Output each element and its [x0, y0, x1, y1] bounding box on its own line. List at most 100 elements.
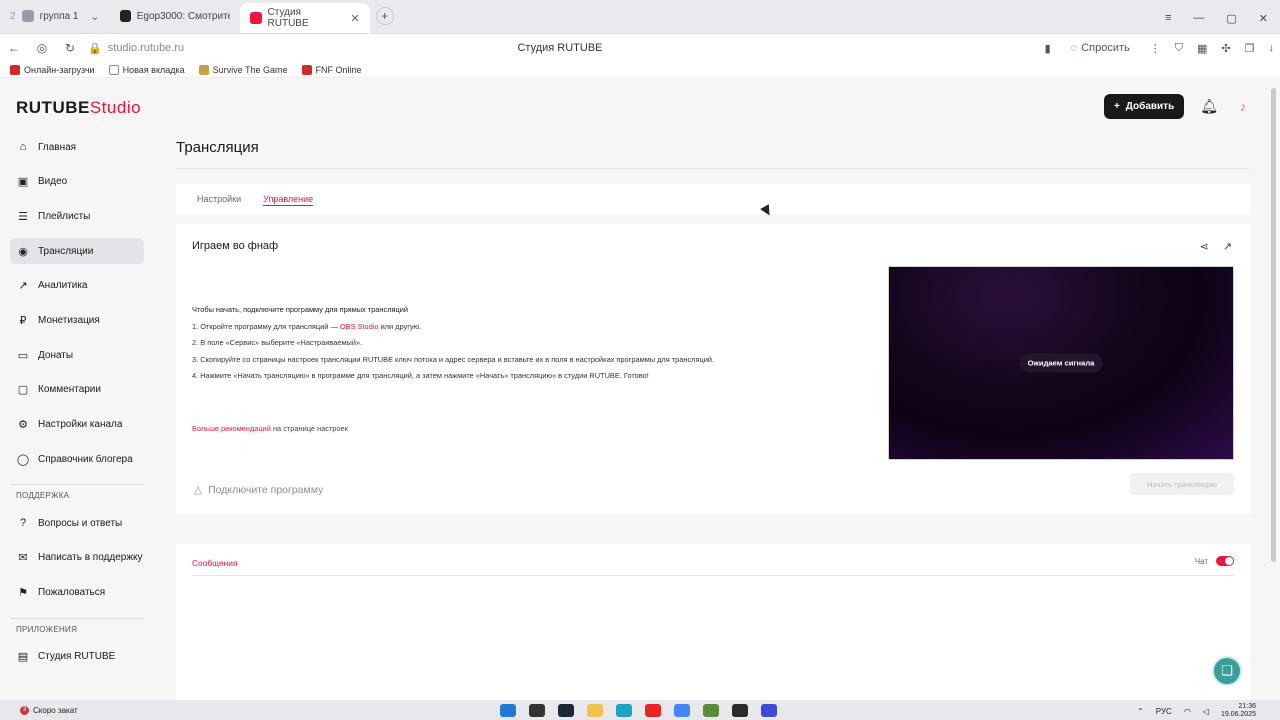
extension-icon[interactable]: ▦	[1197, 42, 1207, 55]
browser-tab-studio[interactable]: Студия RUTUBE ✕	[239, 3, 370, 33]
preview-status-badge: Ожидаем сигнала	[1019, 353, 1103, 373]
video-icon: ▣	[17, 176, 29, 189]
puzzle-icon[interactable]: ✣	[1221, 42, 1230, 55]
file-manager-icon[interactable]	[529, 704, 545, 717]
clock[interactable]: 21:36 19.06.2025	[1221, 703, 1256, 719]
weather-label: Скоро закат	[33, 705, 78, 715]
plus-icon: +	[1113, 101, 1120, 112]
group-icon	[21, 10, 34, 22]
rutube-studio-logo[interactable]: RUTUBEStudio	[16, 98, 141, 118]
browser-tab-egop[interactable]: Egop3000: Смотрите вид	[110, 3, 240, 29]
sidebar-item-label: Донаты	[38, 349, 74, 361]
scrollbar[interactable]	[1271, 88, 1276, 562]
bookmark-item[interactable]: Survive The Game	[198, 64, 288, 75]
volume-icon[interactable]: ◁	[1203, 707, 1209, 716]
studio-favicon-icon	[249, 12, 262, 24]
obs-icon[interactable]	[732, 704, 748, 717]
weather-widget[interactable]: 3 Скоро закат	[0, 705, 78, 715]
sidebar-item-comments[interactable]: ▢ Комментарии	[10, 377, 144, 403]
minecraft-icon[interactable]	[703, 704, 719, 717]
home-icon: ⌂	[19, 141, 27, 153]
sidebar-item-label: Справочник блогера	[38, 453, 133, 465]
sidebar-item-analytics[interactable]: ↗ Аналитика	[10, 273, 144, 299]
browser-tab-group[interactable]: 2 группа 1 ⌄	[0, 3, 110, 29]
sidebar-item-home[interactable]: ⌂ Главная	[10, 134, 144, 160]
ask-button[interactable]: ◌ Спросить	[1065, 40, 1136, 56]
sidebar-item-label: Вопросы и ответы	[38, 517, 123, 529]
steam-icon[interactable]	[558, 704, 574, 717]
sidebar-item-playlists[interactable]: ☰ Плейлисты	[10, 203, 144, 229]
support-chat-button[interactable]: ❏	[1212, 656, 1242, 686]
sidebar-divider	[10, 484, 144, 486]
window-controls: ≡ — ▢ ✕	[1165, 12, 1268, 25]
instructions: Чтобы начать, подключите программу для п…	[192, 302, 872, 385]
windows-start-icon[interactable]	[500, 704, 516, 717]
tab-management[interactable]: Управление	[263, 192, 314, 206]
chevron-down-icon[interactable]: ⌄	[90, 10, 99, 23]
close-window-icon[interactable]: ✕	[1259, 12, 1268, 25]
more-recommendations-link[interactable]: Больше рекомендаций	[192, 424, 271, 433]
tab-settings[interactable]: Настройки	[197, 184, 241, 214]
chevron-up-icon[interactable]: ⌃	[1137, 707, 1144, 716]
tab-label: Студия RUTUBE	[267, 7, 309, 29]
wifi-icon[interactable]: ◠	[1184, 707, 1191, 716]
shield-icon[interactable]: ⛉	[1175, 42, 1183, 55]
weather-badge: 3	[20, 705, 29, 715]
close-icon[interactable]: ✕	[350, 12, 359, 25]
obs-studio-link[interactable]: OBS Studio	[340, 322, 379, 331]
sidebar-item-faq[interactable]: ? Вопросы и ответы	[10, 510, 144, 536]
sidebar-item-label: Монетизация	[38, 314, 100, 326]
share-icon[interactable]: ⋖	[1200, 240, 1209, 253]
donate-icon: ▭	[17, 349, 29, 362]
chat-panel: Сообщения Чат	[176, 544, 1250, 700]
bookmark-icon[interactable]: ▮	[1045, 42, 1051, 55]
sidebar-item-report[interactable]: ⚑ Пожаловаться	[10, 580, 144, 606]
sidebar-item-contact-support[interactable]: ✉ Написать в поддержку	[10, 545, 144, 571]
sidebar-item-monetization[interactable]: ₽ Монетизация	[10, 307, 144, 333]
connect-label: Подключите программу	[208, 484, 324, 496]
chat-switch[interactable]	[1216, 556, 1234, 566]
app-icon[interactable]	[761, 704, 777, 717]
bookmark-page-icon	[108, 64, 119, 75]
instruction-step-1: 1. Откройте программу для трансляций — O…	[192, 319, 872, 336]
avatar[interactable]: ♪	[1234, 98, 1252, 116]
bookmark-item[interactable]: Онлайн-загрузчи	[10, 64, 95, 75]
menu-icon[interactable]: ≡	[1165, 12, 1171, 25]
sidebar-item-blogger-guide[interactable]: ◯ Справочник блогера	[10, 446, 144, 472]
sidebar-item-broadcasts[interactable]: ◉ Трансляции	[10, 238, 144, 265]
bell-icon[interactable]: 🔔︎	[1200, 98, 1218, 115]
folder-icon[interactable]	[587, 704, 603, 717]
edge-icon[interactable]	[616, 704, 632, 717]
start-broadcast-button[interactable]: Начать трансляцию	[1130, 473, 1234, 495]
address-bar: ← ◎ ↻ 🔒 studio.rutube.ru Студия RUTUBE ▮…	[0, 34, 1280, 62]
sidebar-item-studio-app[interactable]: ▤ Студия RUTUBE	[10, 644, 144, 670]
bookmark-item[interactable]: Новая вкладка	[108, 64, 185, 75]
step1-prefix: 1. Откройте программу для трансляций —	[192, 321, 340, 331]
maximize-icon[interactable]: ▢	[1226, 12, 1236, 25]
stream-preview: Ожидаем сигнала	[888, 266, 1234, 460]
language-indicator[interactable]: РУС	[1156, 707, 1172, 716]
chrome-icon[interactable]	[674, 704, 690, 717]
minimize-icon[interactable]: —	[1193, 12, 1204, 25]
bookmark-favicon-icon	[301, 64, 312, 75]
sidebar-item-label: Настройки канала	[38, 419, 123, 430]
more-suffix: на странице настроек	[270, 424, 348, 433]
logo-suffix: Studio	[89, 98, 142, 117]
download-icon[interactable]: ↓	[1269, 42, 1275, 54]
sidebar-item-donates[interactable]: ▭ Донаты	[10, 342, 144, 368]
add-button[interactable]: + Добавить	[1103, 94, 1185, 119]
external-link-icon[interactable]: ↗	[1223, 240, 1232, 253]
new-tab-button[interactable]: +	[375, 7, 394, 25]
system-tray: ⌃ РУС ◠ ◁ 21:36 19.06.2025	[1137, 703, 1256, 719]
bookmark-item[interactable]: FNF Online	[301, 64, 362, 75]
sidebar-item-channel-settings[interactable]: ⚙ Настройки канала	[10, 412, 144, 438]
sidebar-item-label: Видео	[38, 176, 68, 188]
mail-icon: ✉	[18, 552, 28, 565]
more-icon[interactable]: ⋮	[1150, 42, 1161, 55]
collections-icon[interactable]: ❐	[1245, 42, 1255, 55]
tab-messages[interactable]: Сообщения	[192, 558, 237, 568]
sidebar-item-video[interactable]: ▣ Видео	[10, 169, 144, 195]
yandex-browser-icon[interactable]	[645, 704, 661, 717]
playlist-icon: ☰	[18, 210, 28, 223]
help-book-icon: ◯	[16, 453, 30, 466]
